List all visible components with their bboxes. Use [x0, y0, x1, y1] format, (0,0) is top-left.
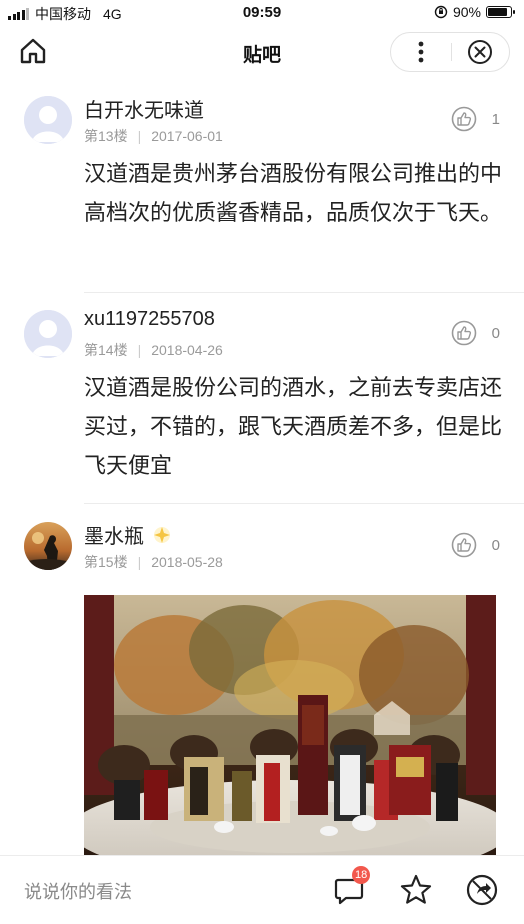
default-avatar-icon	[24, 96, 72, 144]
thumb-up-icon	[451, 532, 476, 558]
home-button[interactable]	[18, 36, 52, 68]
star-icon	[400, 874, 432, 904]
avatar[interactable]	[24, 96, 72, 144]
bottom-action-bar: 说说你的看法 18	[0, 855, 524, 924]
post-date: 2017-06-01	[151, 128, 223, 144]
nav-bar: 贴吧	[0, 26, 524, 78]
username-text: 墨水瓶	[84, 526, 144, 548]
close-button[interactable]	[451, 33, 509, 71]
home-icon	[20, 38, 46, 64]
status-bar: 中国移动 4G 09:59 90%	[0, 0, 524, 26]
share-icon	[466, 874, 498, 906]
like-count: 0	[491, 536, 500, 554]
favorite-button[interactable]	[398, 872, 434, 908]
avatar[interactable]	[24, 522, 72, 570]
member-badge-icon	[153, 527, 170, 543]
comment-input[interactable]: 说说你的看法	[24, 878, 132, 904]
username[interactable]: 墨水瓶	[84, 520, 172, 549]
username[interactable]: 白开水无味道	[84, 94, 204, 123]
username[interactable]: xu1197255708	[84, 308, 215, 331]
liquor-display-photo	[84, 595, 496, 857]
post-meta: 第13楼 | 2017-06-01	[84, 126, 223, 146]
more-button[interactable]	[391, 33, 451, 71]
user-photo-avatar	[24, 522, 72, 570]
post-divider	[84, 292, 524, 293]
thumb-up-icon	[451, 106, 476, 132]
like-button[interactable]: 0	[450, 320, 500, 346]
like-count: 1	[491, 110, 500, 128]
post-image[interactable]	[84, 595, 496, 857]
close-circle-icon	[468, 40, 492, 64]
like-button[interactable]: 0	[450, 532, 500, 558]
floor-number: 第14楼	[84, 342, 128, 358]
default-avatar-icon	[24, 310, 72, 358]
post-content: 汉道酒是贵州茅台酒股份有限公司推出的中高档次的优质酱香精品，品质仅次于飞天。	[84, 161, 503, 225]
meta-divider: |	[137, 554, 142, 570]
post-content: 汉道酒是股份公司的酒水，之前去专卖店还买过，不错的，跟飞天酒质差不多，但是比飞天…	[84, 375, 503, 478]
meta-divider: |	[137, 128, 142, 144]
post-date: 2018-05-28	[151, 554, 223, 570]
meta-divider: |	[137, 342, 142, 358]
share-button[interactable]	[464, 872, 500, 908]
like-button[interactable]: 1	[450, 106, 500, 132]
floor-number: 第15楼	[84, 554, 128, 570]
post-meta: 第15楼 | 2018-05-28	[84, 552, 223, 572]
post-divider	[84, 503, 524, 504]
mini-program-capsule	[390, 32, 510, 72]
post-date: 2018-04-26	[151, 342, 223, 358]
more-vertical-icon	[418, 41, 424, 63]
post-meta: 第14楼 | 2018-04-26	[84, 340, 223, 360]
battery-percent: 90%	[452, 4, 481, 20]
thumb-up-icon	[451, 320, 476, 346]
battery-icon	[486, 6, 515, 18]
battery-fill	[488, 8, 507, 16]
orientation-lock-icon	[434, 5, 448, 19]
floor-number: 第13楼	[84, 128, 128, 144]
comments-button[interactable]: 18	[332, 866, 371, 908]
like-count: 0	[491, 324, 500, 342]
avatar[interactable]	[24, 310, 72, 358]
